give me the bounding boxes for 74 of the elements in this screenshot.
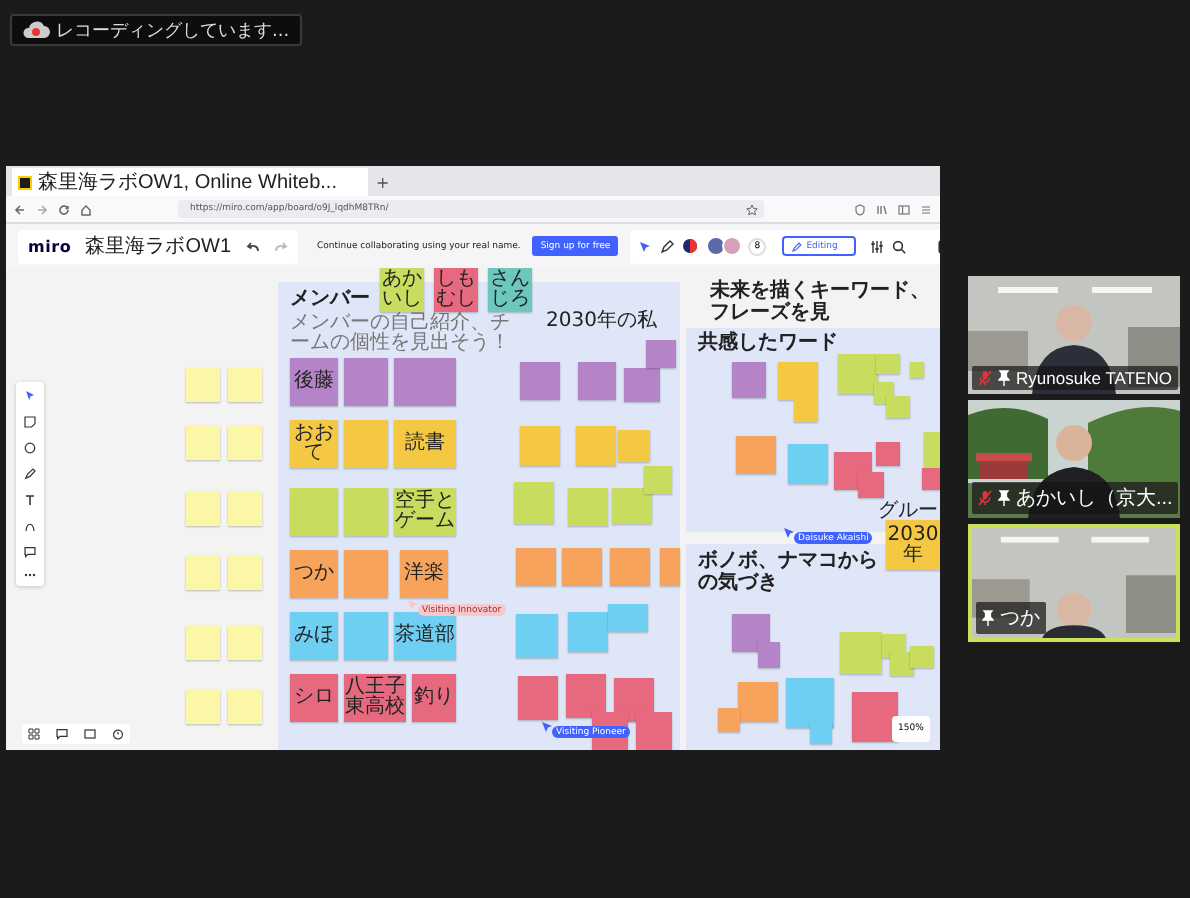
new-tab-button[interactable]: + — [376, 170, 390, 196]
frame-title: メンバー — [290, 290, 370, 311]
sticky-note[interactable]: 2030年 — [886, 520, 940, 570]
text-tool-icon[interactable] — [24, 494, 36, 506]
shape-icon[interactable] — [24, 442, 36, 454]
comment-icon[interactable] — [24, 546, 36, 558]
pointer-icon — [542, 722, 552, 732]
sticky-note[interactable]: 空手とゲーム — [394, 488, 456, 536]
video-tile[interactable]: Ryunosuke TATENO — [968, 276, 1180, 394]
more-icon[interactable] — [24, 572, 36, 578]
sticky-note[interactable]: 八王子東高校 — [344, 674, 406, 722]
sidebar-icon[interactable] — [898, 203, 910, 215]
sticky-note[interactable]: あかいし — [380, 268, 424, 312]
pin-icon — [982, 610, 994, 626]
cloud-recording-icon — [22, 20, 50, 40]
cursor-icon[interactable] — [638, 239, 653, 253]
sticky-note-icon[interactable] — [24, 416, 36, 428]
miro-logo[interactable]: miro — [28, 237, 72, 255]
timer-icon[interactable] — [112, 728, 124, 740]
avatar[interactable] — [706, 236, 727, 256]
board-text: グルー — [878, 500, 938, 522]
undo-icon[interactable] — [245, 241, 260, 251]
avatar[interactable] — [722, 236, 743, 256]
library-icon[interactable] — [876, 203, 888, 215]
video-tile[interactable]: つか — [968, 524, 1180, 642]
sticky-note[interactable]: 釣り — [412, 674, 456, 722]
settings-sliders-icon[interactable] — [869, 239, 884, 253]
menu-icon[interactable] — [920, 203, 932, 215]
recording-indicator[interactable]: レコーディングしています... — [10, 14, 302, 46]
pen-icon[interactable] — [660, 239, 675, 253]
redo-icon[interactable] — [273, 241, 288, 251]
home-icon[interactable] — [80, 203, 92, 215]
sticky-note[interactable]: つか — [290, 550, 338, 598]
sticky-note[interactable]: シロ — [290, 674, 338, 722]
participant-name: あかいし（京大... — [1016, 485, 1173, 512]
forward-icon[interactable] — [36, 203, 48, 215]
back-icon[interactable] — [14, 203, 26, 215]
search-icon[interactable] — [891, 239, 906, 253]
favicon-icon — [18, 175, 32, 189]
reload-icon[interactable] — [58, 203, 70, 215]
sticky-note[interactable]: 後藤 — [290, 358, 338, 406]
board-text: 未来を描くキーワード、フレーズを見 — [710, 280, 932, 324]
frames-icon[interactable] — [84, 728, 96, 740]
frame-title: 共感したワード — [698, 334, 838, 355]
shield-icon[interactable] — [854, 203, 866, 215]
line-icon[interactable] — [24, 520, 36, 532]
video-tile[interactable]: あかいし（京大... — [968, 400, 1180, 518]
board-text: 2030年の私 — [546, 310, 657, 332]
pin-icon — [998, 490, 1010, 506]
browser-tab[interactable]: 森里海ラボOW1, Online Whiteb... — [12, 168, 368, 196]
frame-subtitle: メンバーの自己紹介、チームの個性を見出そう！ — [290, 313, 512, 355]
pointer-icon — [408, 600, 418, 610]
sticky-note[interactable] — [852, 692, 898, 742]
pencil-icon — [792, 241, 803, 251]
select-pointer-icon[interactable] — [24, 390, 36, 402]
pointer-icon — [784, 528, 794, 538]
pin-icon — [998, 370, 1010, 386]
sticky-note[interactable]: 読書 — [394, 420, 456, 468]
sticky-note[interactable]: みほ — [290, 612, 338, 660]
participant-name: つか — [1000, 606, 1040, 632]
reaction-icon[interactable] — [682, 238, 699, 254]
sticky-note[interactable]: さんじろ — [488, 268, 532, 312]
frame-title: ボノボ、ナマコからの気づき — [698, 552, 880, 594]
grid-icon[interactable] — [28, 728, 40, 740]
recording-label: レコーディングしています... — [56, 19, 290, 43]
participant-name: Ryunosuke TATENO — [1016, 368, 1172, 388]
sticky-note[interactable]: 洋楽 — [400, 550, 448, 598]
sticky-note[interactable]: おおて — [290, 420, 338, 468]
comment-icon[interactable] — [56, 728, 68, 740]
board-name[interactable]: 森里海ラボOW1 — [85, 232, 232, 260]
sticky-note[interactable]: しもむし — [434, 268, 478, 312]
pen-icon[interactable] — [24, 468, 36, 480]
sticky-note[interactable]: 茶道部 — [394, 612, 456, 660]
star-icon[interactable] — [746, 203, 758, 215]
